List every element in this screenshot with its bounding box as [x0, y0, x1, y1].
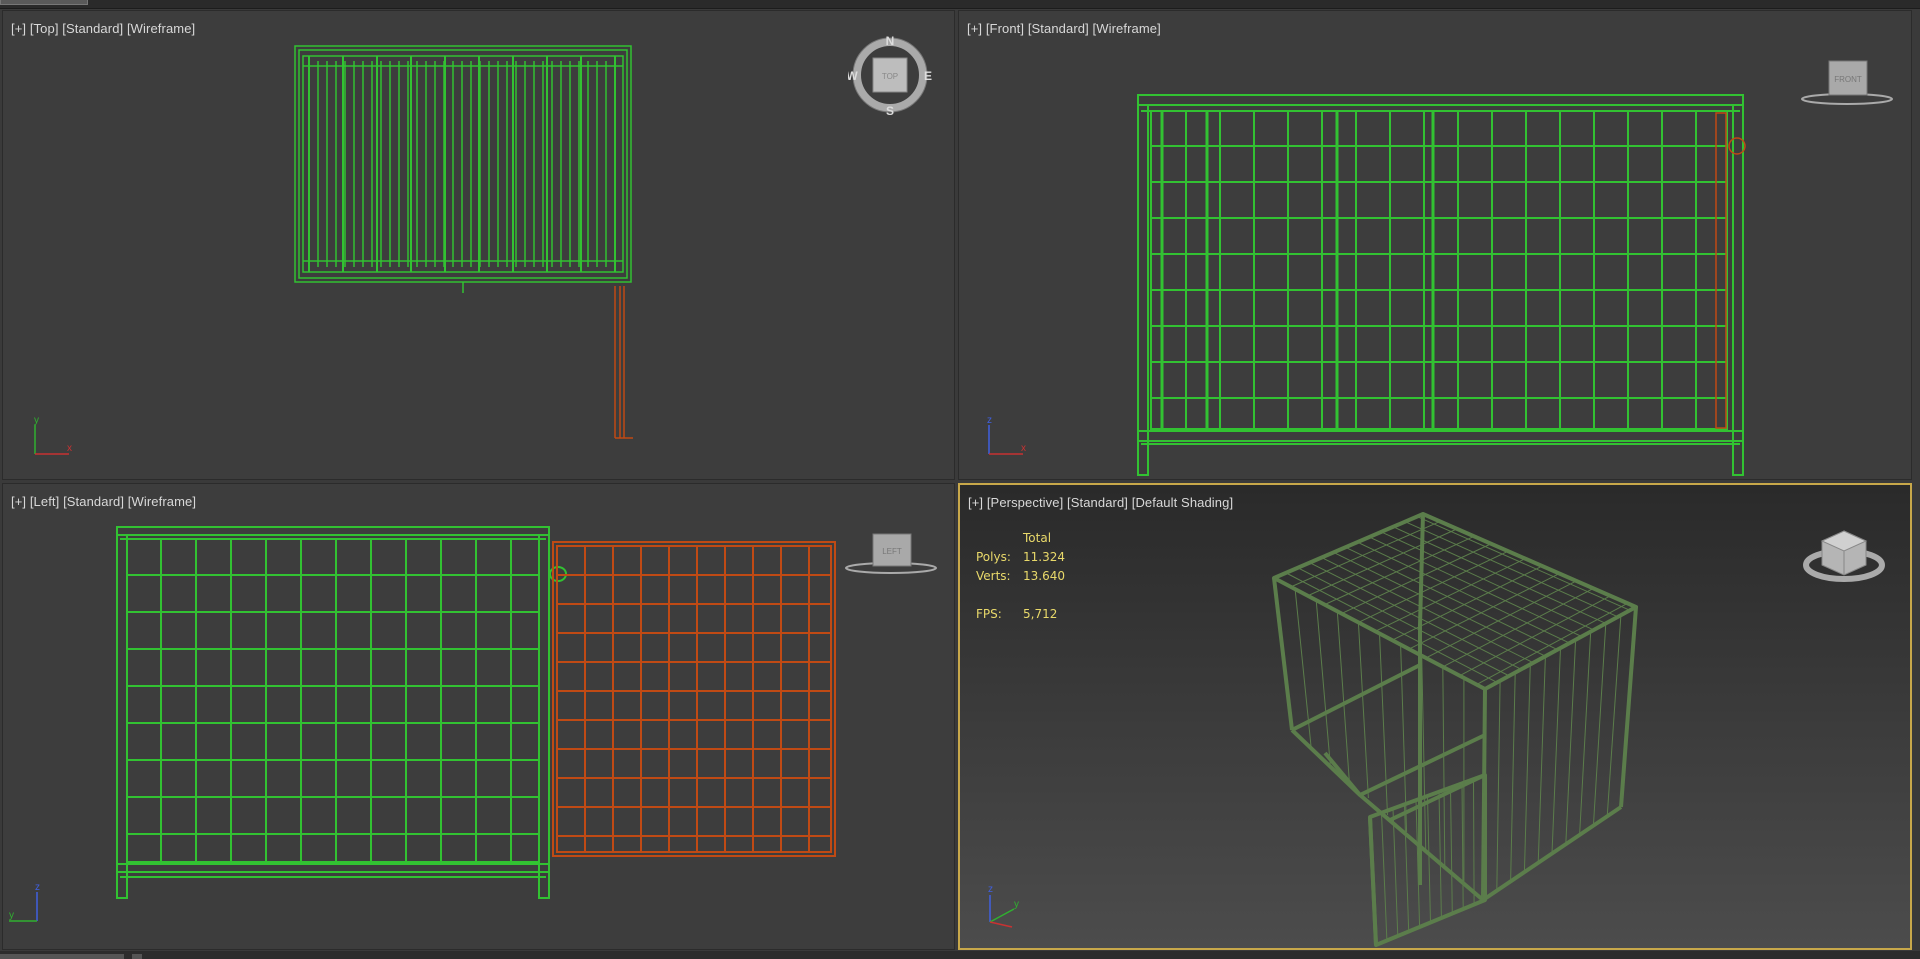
compass-viewcube[interactable]: TOP N S E W — [846, 33, 932, 118]
viewport-label-front[interactable]: [+] [Front] [Standard] [Wireframe] — [967, 21, 1161, 36]
compass-south: S — [886, 104, 894, 117]
axis-tripod-icon: z y — [988, 884, 1019, 928]
axis-right-label: x — [67, 443, 72, 454]
viewport-perspective[interactable]: [+] [Perspective] [Standard] [Default Sh… — [958, 483, 1912, 950]
perspective-cage-model — [1272, 512, 1638, 947]
viewport-left[interactable]: [+] [Left] [Standard] [Wireframe] LEFT z… — [2, 483, 955, 950]
viewport-view-menu[interactable]: [Perspective] — [987, 495, 1063, 510]
status-bar-tab[interactable] — [132, 954, 142, 959]
stats-polys-value: 11.324 — [1023, 550, 1065, 564]
axis-up-label: y — [34, 415, 39, 426]
viewport-plus-menu[interactable]: [+] — [968, 495, 983, 510]
viewport-top[interactable]: [+] [Top] [Standard] [Wireframe] TOP N S… — [2, 10, 955, 480]
compass-icon: TOP N S E W — [846, 34, 932, 118]
viewport-label-top[interactable]: [+] [Top] [Standard] [Wireframe] — [11, 21, 195, 36]
compass-east: E — [924, 69, 932, 83]
stats-polys-label: Polys: — [976, 550, 1011, 564]
viewcube-left[interactable]: LEFT — [841, 530, 941, 580]
viewport-plus-menu[interactable]: [+] — [11, 21, 26, 36]
viewcube-icon: LEFT — [845, 533, 937, 574]
compass-west: W — [848, 69, 858, 83]
axis-tripod-icon: y x — [34, 415, 72, 455]
viewcube-top-text: TOP — [882, 72, 898, 81]
stats-polys-row: Polys: 11.324 — [976, 550, 1065, 569]
scene-statistics: Total Polys: 11.324 Verts: 13.640 FPS: 5… — [976, 531, 1065, 626]
viewport-shading-menu[interactable]: [Wireframe] — [128, 494, 196, 509]
viewport-top-toolbar — [0, 0, 1920, 9]
viewport-view-menu[interactable]: [Front] — [986, 21, 1024, 36]
viewport-front[interactable]: [+] [Front] [Standard] [Wireframe] FRONT… — [958, 10, 1912, 480]
stats-fps-row: FPS: 5,712 — [976, 607, 1065, 626]
toolbar-tab-fragment[interactable] — [0, 0, 88, 5]
left-view-wireframe — [116, 526, 836, 899]
viewport-view-menu[interactable]: [Top] — [30, 21, 59, 36]
status-bar-tab[interactable] — [0, 954, 124, 959]
axis-right-label: y — [9, 910, 14, 921]
status-bar — [0, 951, 1920, 959]
axis-tripod-icon: z x — [987, 415, 1026, 455]
viewport-standard-menu[interactable]: [Standard] — [63, 494, 124, 509]
viewport-standard-menu[interactable]: [Standard] — [1067, 495, 1128, 510]
top-view-wireframe — [294, 45, 633, 439]
viewport-shading-menu[interactable]: [Default Shading] — [1132, 495, 1233, 510]
viewcube-front[interactable]: FRONT — [1797, 55, 1897, 115]
axis-tripod-icon: z y — [9, 882, 40, 922]
viewport-standard-menu[interactable]: [Standard] — [1028, 21, 1089, 36]
viewport-standard-menu[interactable]: [Standard] — [62, 21, 123, 36]
viewcube-front-text: FRONT — [1834, 75, 1862, 84]
stats-header: Total — [1023, 531, 1052, 545]
viewport-shading-menu[interactable]: [Wireframe] — [127, 21, 195, 36]
front-view-wireframe — [1137, 94, 1746, 476]
viewport-plus-menu[interactable]: [+] — [11, 494, 26, 509]
viewcube-icon: FRONT — [1801, 60, 1893, 105]
viewcube-perspective[interactable] — [1802, 521, 1886, 591]
viewcube-left-text: LEFT — [882, 547, 902, 556]
axis-up-label: z — [988, 884, 993, 895]
viewport-label-left[interactable]: [+] [Left] [Standard] [Wireframe] — [11, 494, 196, 509]
viewport-plus-menu[interactable]: [+] — [967, 21, 982, 36]
viewport-shading-menu[interactable]: [Wireframe] — [1093, 21, 1161, 36]
stats-verts-label: Verts: — [976, 569, 1011, 583]
stats-fps-value: 5,712 — [1023, 607, 1058, 621]
axis-up-label: z — [987, 415, 992, 426]
stats-verts-value: 13.640 — [1023, 569, 1065, 583]
viewport-view-menu[interactable]: [Left] — [30, 494, 60, 509]
viewcube-icon — [1803, 530, 1885, 582]
stats-fps-label: FPS: — [976, 607, 1002, 621]
axis-up-label: z — [35, 882, 40, 893]
viewport-label-perspective[interactable]: [+] [Perspective] [Standard] [Default Sh… — [968, 495, 1233, 510]
axis-right-label: y — [1014, 899, 1019, 910]
stats-verts-row: Verts: 13.640 — [976, 569, 1065, 588]
compass-north: N — [886, 34, 895, 48]
axis-right-label: x — [1021, 443, 1026, 454]
